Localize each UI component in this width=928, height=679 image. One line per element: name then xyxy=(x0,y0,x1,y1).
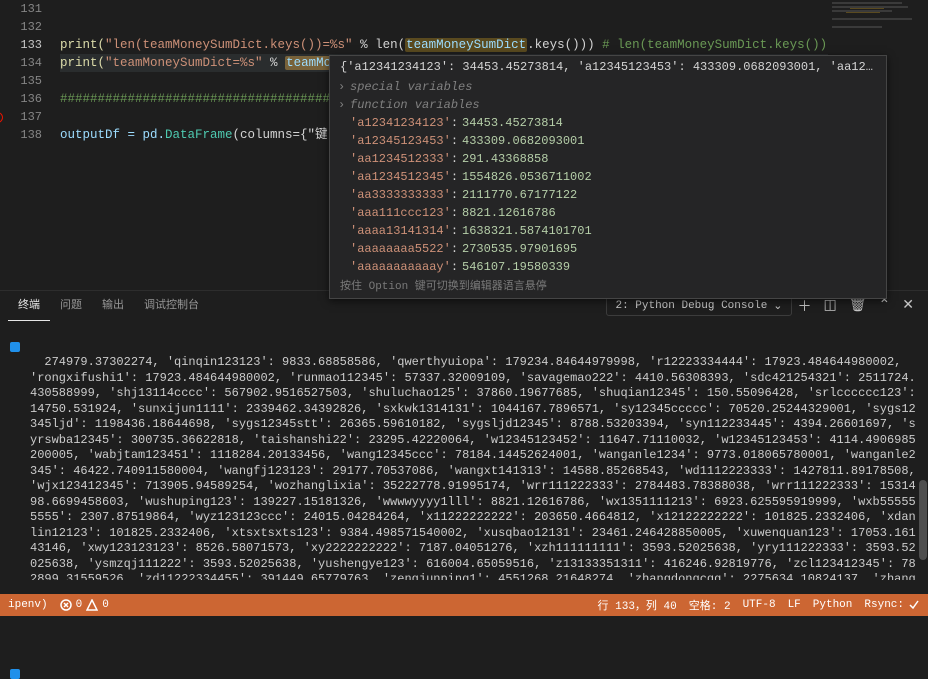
string-literal: "len(teamMoneySumDict.keys())=%s" xyxy=(105,38,353,52)
hover-entry[interactable]: 'a12341234123':34453.45273814 xyxy=(330,114,886,132)
status-eol[interactable]: LF xyxy=(788,599,801,611)
hover-value: 1638321.5874101701 xyxy=(462,222,592,240)
close-panel-icon[interactable]: ✕ xyxy=(896,297,920,314)
chevron-right-icon: › xyxy=(338,78,350,96)
code-text: % xyxy=(263,56,286,70)
line-number: 138 xyxy=(0,126,42,144)
hover-key: 'aaaaaaaaaaay' xyxy=(350,258,451,276)
line-gutter: 131 132 133 134 135 136 137 138 xyxy=(0,0,60,290)
hover-special-vars[interactable]: › special variables xyxy=(330,78,886,96)
chevron-right-icon: › xyxy=(338,96,350,114)
line-number: 132 xyxy=(0,18,42,36)
tab-output[interactable]: 输出 xyxy=(92,291,134,321)
hover-value: 2111770.67177122 xyxy=(462,186,577,204)
code-text: (columns={"键 xyxy=(233,128,328,142)
fn-call: print( xyxy=(60,56,105,70)
hover-key: 'aaaa13141314' xyxy=(350,222,451,240)
hover-entry[interactable]: 'aa1234512345':1554826.0536711002 xyxy=(330,168,886,186)
hover-entry[interactable]: 'aaa111ccc123':8821.12616786 xyxy=(330,204,886,222)
hover-value: 433309.0682093001 xyxy=(462,132,584,150)
terminal-picker-label: 2: Python Debug Console xyxy=(615,300,767,312)
status-encoding[interactable]: UTF-8 xyxy=(743,599,776,611)
code-text: % len( xyxy=(353,38,406,52)
hover-key: 'aa3333333333' xyxy=(350,186,451,204)
hover-key: 'a12345123453' xyxy=(350,132,451,150)
terminal-text: 274979.37302274, 'qinqin123123': 9833.68… xyxy=(30,355,923,580)
debug-hover-popup: {'a12341234123': 34453.45273814, 'a12345… xyxy=(329,55,887,299)
string-literal: "teamMoneySumDict=%s" xyxy=(105,56,263,70)
hover-key: 'aa1234512333' xyxy=(350,150,451,168)
line-number: 131 xyxy=(0,0,42,18)
hover-entry[interactable]: 'aa1234512333':291.43368858 xyxy=(330,150,886,168)
line-number: 133 xyxy=(0,36,42,54)
comment: # len(teamMoneySumDict.keys()) xyxy=(602,38,827,52)
warning-icon xyxy=(86,599,98,611)
hover-entry[interactable]: 'aaaaaaaa5522':2730535.97901695 xyxy=(330,240,886,258)
status-language[interactable]: Python xyxy=(813,599,853,611)
selected-identifier: teamMoneySumDict xyxy=(405,38,527,52)
label: function variables xyxy=(350,96,480,114)
status-bar: ipenv) 0 0 行 133，列 40 空格: 2 UTF-8 LF Pyt… xyxy=(0,594,928,616)
line-number: 134 xyxy=(0,54,42,72)
chevron-down-icon: ⌄ xyxy=(773,299,782,313)
hover-summary: {'a12341234123': 34453.45273814, 'a12345… xyxy=(330,56,886,78)
status-env[interactable]: ipenv) xyxy=(8,599,48,611)
hover-function-vars[interactable]: › function variables xyxy=(330,96,886,114)
line-number: 136 xyxy=(0,90,42,108)
kill-terminal-icon[interactable]: 🗑 xyxy=(843,297,873,314)
hover-value: 8821.12616786 xyxy=(462,204,556,222)
hover-value: 546107.19580339 xyxy=(462,258,570,276)
hover-entry[interactable]: 'a12345123453':433309.0682093001 xyxy=(330,132,886,150)
code-text: .keys())) xyxy=(527,38,602,52)
check-icon xyxy=(908,599,920,611)
hover-value: 2730535.97901695 xyxy=(462,240,577,258)
label: special variables xyxy=(350,78,472,96)
error-count: 0 xyxy=(76,599,83,611)
terminal-marker-icon xyxy=(10,342,20,352)
scrollbar-thumb[interactable] xyxy=(919,480,927,560)
hover-entry[interactable]: 'aa3333333333':2111770.67177122 xyxy=(330,186,886,204)
tab-terminal[interactable]: 终端 xyxy=(8,291,50,321)
split-terminal-icon[interactable]: ◫ xyxy=(818,297,843,314)
hover-entry[interactable]: 'aaaaaaaaaaay':546107.19580339 xyxy=(330,258,886,276)
hover-value: 1554826.0536711002 xyxy=(462,168,592,186)
tab-problems[interactable]: 问题 xyxy=(50,291,92,321)
fn-call: print( xyxy=(60,38,105,52)
code-text: outputDf = pd. xyxy=(60,128,165,142)
hover-key: 'aaaaaaaa5522' xyxy=(350,240,451,258)
hover-key: 'a12341234123' xyxy=(350,114,451,132)
terminal-scrollbar[interactable] xyxy=(918,320,928,580)
hover-entry[interactable]: 'aaaa13141314':1638321.5874101701 xyxy=(330,222,886,240)
class-name: DataFrame xyxy=(165,128,233,142)
status-indent[interactable]: 空格: 2 xyxy=(689,597,731,613)
status-problems[interactable]: 0 0 xyxy=(60,599,109,611)
line-number: 135 xyxy=(0,72,42,90)
line-number-breakpoint[interactable]: 137 xyxy=(0,108,42,126)
tab-debug-console[interactable]: 调试控制台 xyxy=(134,291,209,321)
hover-key: 'aaa111ccc123' xyxy=(350,204,451,222)
hover-value: 34453.45273814 xyxy=(462,114,563,132)
rsync-label: Rsync: xyxy=(864,599,904,611)
hover-hint: 按住 Option 键可切换到编辑器语言悬停 xyxy=(330,276,886,298)
editor-area: 131 132 133 134 135 136 137 138 print("l… xyxy=(0,0,928,290)
comment: ######################################## xyxy=(60,92,360,106)
status-rsync[interactable]: Rsync: xyxy=(864,599,920,611)
warning-count: 0 xyxy=(102,599,109,611)
error-icon xyxy=(60,599,72,611)
status-ln-col[interactable]: 行 133，列 40 xyxy=(598,597,677,613)
chevron-up-icon[interactable]: ⌃ xyxy=(873,297,897,314)
terminal-output[interactable]: 274979.37302274, 'qinqin123123': 9833.68… xyxy=(0,320,928,580)
hover-key: 'aa1234512345' xyxy=(350,168,451,186)
hover-value: 291.43368858 xyxy=(462,150,548,168)
